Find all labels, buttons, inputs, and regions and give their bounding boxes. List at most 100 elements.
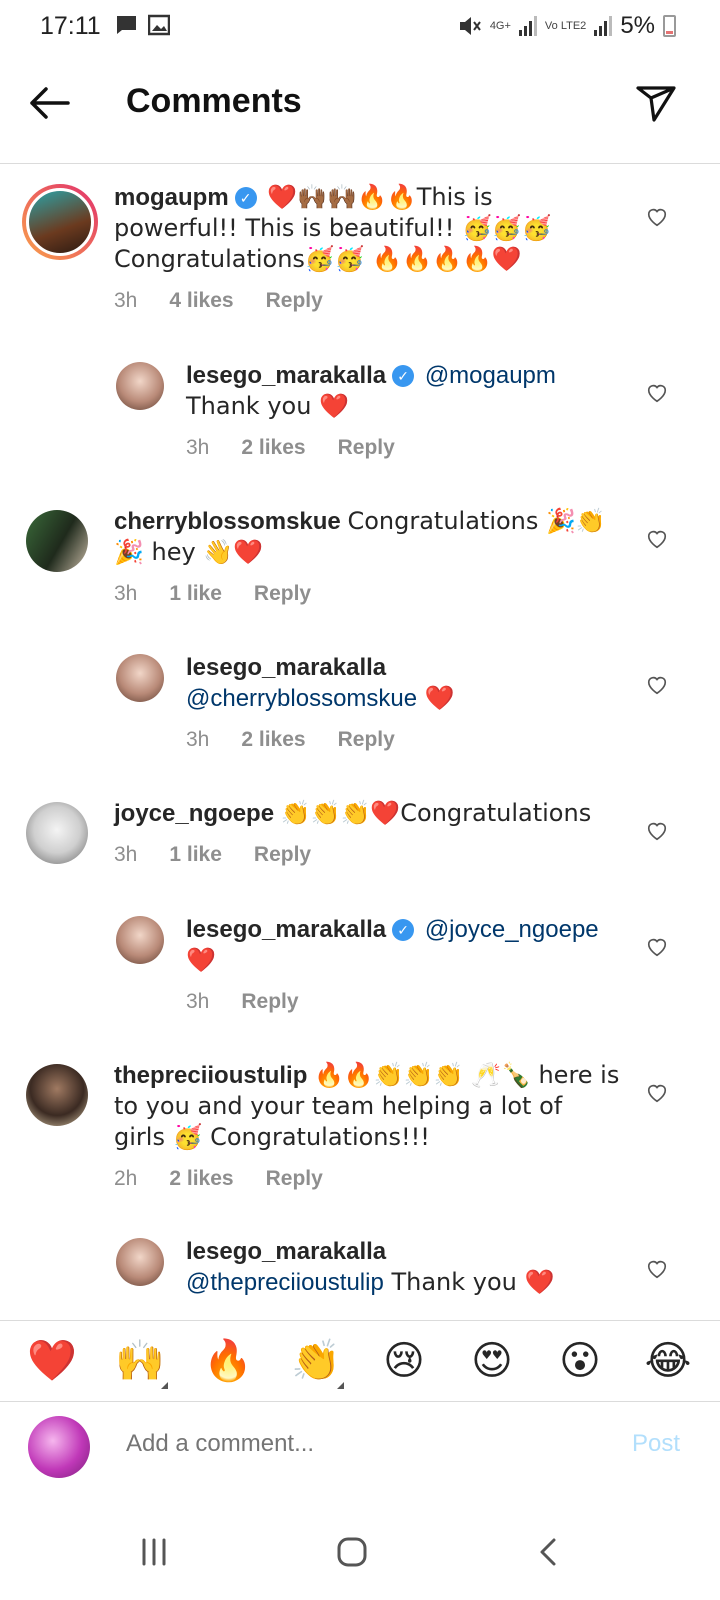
mute-icon bbox=[459, 17, 481, 35]
clap-emoji: 👏 bbox=[291, 1338, 341, 1384]
fire-emoji-button[interactable]: 🔥 bbox=[198, 1331, 258, 1391]
verified-icon: ✓ bbox=[392, 365, 415, 387]
skin-tone-indicator-icon bbox=[337, 1382, 344, 1389]
comment-text: ❤️ bbox=[186, 946, 216, 974]
battery-icon bbox=[663, 15, 676, 37]
back-arrow-icon[interactable] bbox=[26, 80, 72, 126]
page-title: Comments bbox=[126, 82, 302, 120]
comment-meta: 3h 2 likes Reply bbox=[186, 724, 620, 755]
crying-emoji-button[interactable]: 😢 bbox=[374, 1331, 434, 1391]
comment-body: cherryblossomskue Congratulations 🎉👏 🎉 h… bbox=[114, 506, 620, 609]
surprised-emoji-button[interactable]: 😮 bbox=[550, 1331, 610, 1391]
comment-username[interactable]: lesego_marakalla bbox=[186, 1238, 386, 1265]
comment-username[interactable]: thepreciioustulip bbox=[114, 1062, 307, 1089]
comment-time: 3h bbox=[114, 843, 138, 866]
comment-mention[interactable]: @joyce_ngoepe bbox=[425, 916, 599, 943]
comment-likes[interactable]: 4 likes bbox=[169, 285, 233, 316]
comment-text: Thank you ❤️ bbox=[383, 1268, 555, 1296]
reply-button[interactable]: Reply bbox=[338, 432, 395, 463]
post-button[interactable]: Post bbox=[632, 1430, 680, 1458]
recent-apps-icon[interactable] bbox=[132, 1530, 176, 1574]
verified-icon: ✓ bbox=[234, 187, 257, 209]
comment-body: thepreciioustulip 🔥🔥👏👏👏 🥂🍾 here is to yo… bbox=[114, 1060, 620, 1194]
comment-mention[interactable]: @thepreciioustulip bbox=[186, 1269, 384, 1296]
battery-percent: 5% bbox=[620, 12, 655, 39]
comment-likes[interactable]: 2 likes bbox=[241, 724, 305, 755]
comment-username[interactable]: cherryblossomskue bbox=[114, 508, 341, 535]
comment-username[interactable]: lesego_marakalla bbox=[186, 654, 386, 681]
comment-likes[interactable]: 1 like bbox=[169, 578, 222, 609]
comment-text: Thank you ❤️ bbox=[186, 392, 349, 420]
send-icon[interactable] bbox=[632, 80, 678, 126]
heart-icon[interactable] bbox=[646, 206, 668, 228]
reply-button[interactable]: Reply bbox=[254, 578, 311, 609]
comment-mention[interactable]: @cherryblossomskue bbox=[186, 685, 417, 712]
system-nav-bar bbox=[0, 1504, 720, 1600]
heart-icon[interactable] bbox=[646, 936, 668, 958]
comment-time: 3h bbox=[186, 728, 210, 751]
avatar[interactable] bbox=[26, 510, 88, 572]
comment-text: ❤️ bbox=[417, 684, 455, 712]
avatar[interactable] bbox=[26, 802, 88, 864]
comment-time: 3h bbox=[186, 990, 210, 1013]
comment-text: 👏👏👏❤️Congratulations bbox=[280, 799, 592, 827]
comment-likes[interactable]: 2 likes bbox=[241, 432, 305, 463]
comment-body: lesego_marakalla @thepreciioustulip Than… bbox=[186, 1236, 620, 1298]
avatar[interactable] bbox=[116, 916, 164, 964]
avatar[interactable] bbox=[26, 1064, 88, 1126]
comment-likes[interactable]: 2 likes bbox=[169, 1163, 233, 1194]
comment-body: joyce_ngoepe 👏👏👏❤️Congratulations 3h 1 l… bbox=[114, 798, 620, 870]
reply-button[interactable]: Reply bbox=[266, 285, 323, 316]
heart-emoji-button[interactable]: ❤️ bbox=[22, 1331, 82, 1391]
comment-time: 3h bbox=[114, 582, 138, 605]
avatar[interactable] bbox=[22, 184, 98, 260]
verified-icon: ✓ bbox=[392, 919, 415, 941]
reply-button[interactable]: Reply bbox=[254, 839, 311, 870]
laughing-emoji-button[interactable]: 😂 bbox=[638, 1331, 698, 1391]
comment-username[interactable]: joyce_ngoepe bbox=[114, 800, 274, 827]
heart-icon[interactable] bbox=[646, 1258, 668, 1280]
comment-time: 3h bbox=[186, 436, 210, 459]
home-icon[interactable] bbox=[330, 1530, 374, 1574]
skin-tone-indicator-icon bbox=[161, 1382, 168, 1389]
heart-icon[interactable] bbox=[646, 820, 668, 842]
network-type-2: Vo LTE2 bbox=[544, 19, 587, 32]
avatar[interactable] bbox=[116, 1238, 164, 1286]
heart-icon[interactable] bbox=[646, 1082, 668, 1104]
raised-hands-emoji-button[interactable]: 🙌 bbox=[110, 1331, 170, 1391]
reply-button[interactable]: Reply bbox=[241, 986, 298, 1017]
comment-input[interactable] bbox=[126, 1430, 586, 1458]
comment-body: lesego_marakalla ✓ @mogaupm Thank you ❤️ … bbox=[186, 360, 620, 463]
comment-username[interactable]: mogaupm bbox=[114, 184, 229, 211]
comment-meta: 3h 1 like Reply bbox=[114, 578, 620, 609]
comment-username[interactable]: lesego_marakalla bbox=[186, 362, 386, 389]
back-icon[interactable] bbox=[528, 1530, 572, 1574]
comment-time: 3h bbox=[114, 289, 138, 312]
status-right: 4G+ Vo LTE2 5% bbox=[458, 12, 676, 40]
comments-list[interactable]: mogaupm ✓ ❤️🙌🏾🙌🏾🔥🔥This is powerful!! This… bbox=[0, 164, 720, 1340]
comment-mention[interactable]: @mogaupm bbox=[425, 362, 556, 389]
comment-body: lesego_marakalla @cherryblossomskue ❤️ 3… bbox=[186, 652, 620, 755]
comment-composer: Post bbox=[0, 1404, 720, 1504]
heart-icon[interactable] bbox=[646, 674, 668, 696]
status-time: 17:11 bbox=[40, 12, 101, 40]
comment-meta: 3h Reply bbox=[186, 986, 620, 1017]
avatar[interactable] bbox=[116, 654, 164, 702]
notification-icons bbox=[114, 14, 170, 36]
comment-username[interactable]: lesego_marakalla bbox=[186, 916, 386, 943]
heart-icon[interactable] bbox=[646, 382, 668, 404]
avatar[interactable] bbox=[116, 362, 164, 410]
heart-icon[interactable] bbox=[646, 528, 668, 550]
comment-likes[interactable]: 1 like bbox=[169, 839, 222, 870]
clap-emoji-button[interactable]: 👏 bbox=[286, 1331, 346, 1391]
comment-meta: 3h 1 like Reply bbox=[114, 839, 620, 870]
header: Comments bbox=[0, 60, 720, 164]
reply-button[interactable]: Reply bbox=[266, 1163, 323, 1194]
heart-eyes-emoji-button[interactable]: 😍 bbox=[462, 1331, 522, 1391]
message-icon bbox=[116, 16, 136, 34]
raised-hands-emoji: 🙌 bbox=[115, 1338, 165, 1384]
reply-button[interactable]: Reply bbox=[338, 724, 395, 755]
signal-icon-2 bbox=[594, 16, 613, 36]
comment-meta: 3h 4 likes Reply bbox=[114, 285, 620, 316]
emoji-quick-bar: ❤️ 🙌 🔥 👏 😢 😍 😮 😂 bbox=[0, 1320, 720, 1402]
